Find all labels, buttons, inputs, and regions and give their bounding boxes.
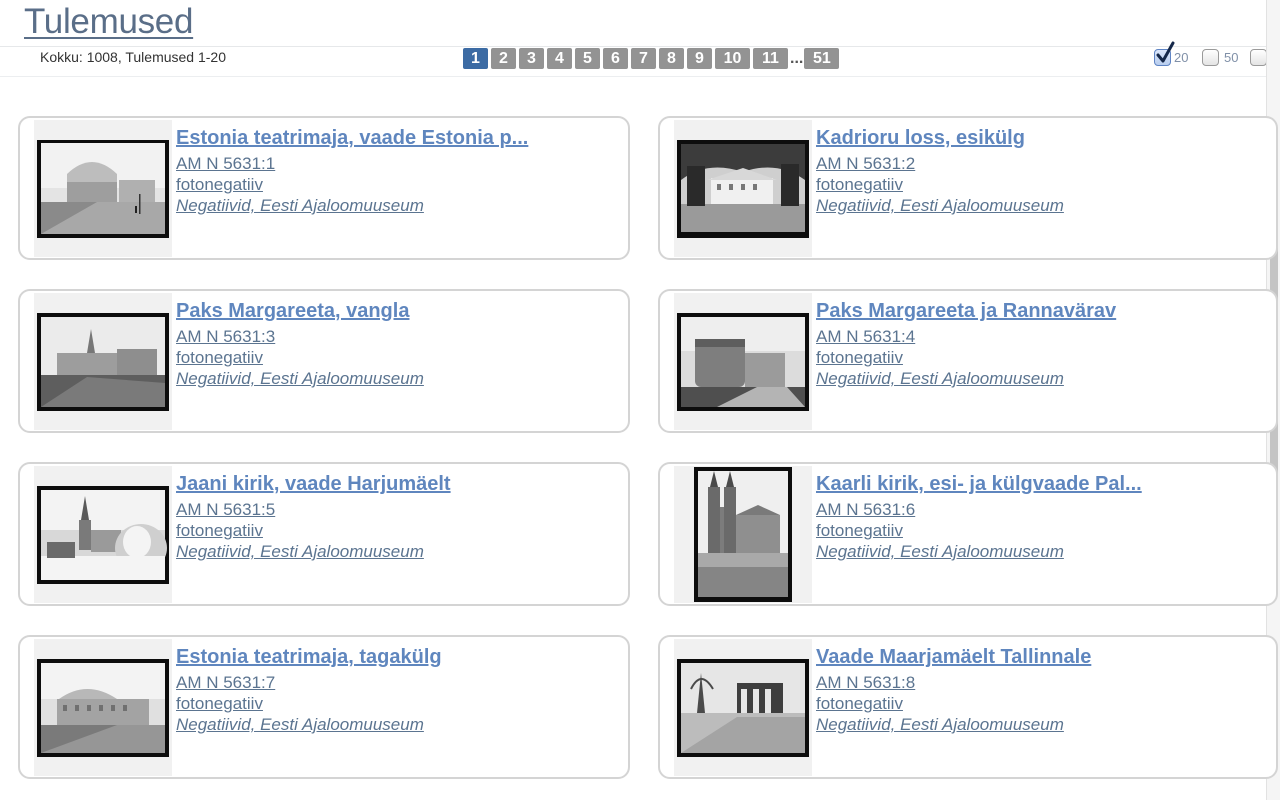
page-button-6[interactable]: 6 bbox=[603, 48, 628, 69]
photo-thumbnail[interactable] bbox=[34, 293, 172, 430]
toolbar-bottom-divider bbox=[0, 76, 1266, 77]
negative-photo-image bbox=[37, 658, 169, 757]
result-details: Estonia teatrimaja, vaade Estonia p... A… bbox=[176, 127, 528, 217]
result-collection-link[interactable]: Negatiivid, Eesti Ajaloomuuseum bbox=[816, 542, 1142, 563]
page-button-5[interactable]: 5 bbox=[575, 48, 600, 69]
page-title[interactable]: Tulemused bbox=[24, 2, 193, 42]
result-id-link[interactable]: AM N 5631:3 bbox=[176, 327, 424, 348]
result-card[interactable]: Estonia teatrimaja, vaade Estonia p... A… bbox=[18, 116, 630, 260]
negative-photo-image bbox=[677, 139, 809, 238]
result-collection-link[interactable]: Negatiivid, Eesti Ajaloomuuseum bbox=[816, 196, 1064, 217]
per-page-100-checkbox[interactable] bbox=[1250, 49, 1267, 66]
result-card[interactable]: Jaani kirik, vaade Harjumäelt AM N 5631:… bbox=[18, 462, 630, 606]
result-details: Vaade Maarjamäelt Tallinnale AM N 5631:8… bbox=[816, 646, 1091, 736]
result-card[interactable]: Vaade Maarjamäelt Tallinnale AM N 5631:8… bbox=[658, 635, 1278, 779]
negative-photo-image bbox=[677, 312, 809, 411]
checkmark-icon bbox=[1156, 41, 1175, 63]
negative-photo-image bbox=[37, 139, 169, 238]
photo-thumbnail[interactable] bbox=[674, 293, 812, 430]
page-button-11[interactable]: 11 bbox=[753, 48, 788, 69]
page-button-last[interactable]: 51 bbox=[804, 48, 840, 69]
result-title-link[interactable]: Kadrioru loss, esikülg bbox=[816, 127, 1064, 154]
page-button-4[interactable]: 4 bbox=[547, 48, 572, 69]
result-title-link[interactable]: Estonia teatrimaja, tagakülg bbox=[176, 646, 442, 673]
result-collection-link[interactable]: Negatiivid, Eesti Ajaloomuuseum bbox=[816, 715, 1091, 736]
result-id-link[interactable]: AM N 5631:1 bbox=[176, 154, 528, 175]
photo-thumbnail[interactable] bbox=[34, 466, 172, 603]
page-button-8[interactable]: 8 bbox=[659, 48, 684, 69]
pagination: 1 2 3 4 5 6 7 8 9 10 11 ... 51 bbox=[463, 48, 840, 69]
result-id-link[interactable]: AM N 5631:8 bbox=[816, 673, 1091, 694]
photo-thumbnail[interactable] bbox=[674, 639, 812, 776]
result-title-link[interactable]: Vaade Maarjamäelt Tallinnale bbox=[816, 646, 1091, 673]
result-type-link[interactable]: fotonegatiiv bbox=[816, 521, 1142, 542]
result-collection-link[interactable]: Negatiivid, Eesti Ajaloomuuseum bbox=[816, 369, 1116, 390]
page-button-7[interactable]: 7 bbox=[631, 48, 656, 69]
photo-thumbnail[interactable] bbox=[674, 120, 812, 257]
result-title-link[interactable]: Estonia teatrimaja, vaade Estonia p... bbox=[176, 127, 528, 154]
result-details: Paks Margareeta, vangla AM N 5631:3 foto… bbox=[176, 300, 424, 390]
result-card[interactable]: Kaarli kirik, esi- ja külgvaade Pal... A… bbox=[658, 462, 1278, 606]
result-card[interactable]: Estonia teatrimaja, tagakülg AM N 5631:7… bbox=[18, 635, 630, 779]
result-type-link[interactable]: fotonegatiiv bbox=[176, 348, 424, 369]
result-id-link[interactable]: AM N 5631:7 bbox=[176, 673, 442, 694]
per-page-50-label: 50 bbox=[1224, 50, 1239, 65]
per-page-20-checkbox[interactable] bbox=[1154, 41, 1175, 66]
result-id-link[interactable]: AM N 5631:2 bbox=[816, 154, 1064, 175]
result-title-link[interactable]: Paks Margareeta, vangla bbox=[176, 300, 424, 327]
toolbar-top-divider bbox=[0, 46, 1266, 47]
per-page-20-option[interactable]: 20 bbox=[1154, 41, 1189, 66]
result-type-link[interactable]: fotonegatiiv bbox=[816, 175, 1064, 196]
result-collection-link[interactable]: Negatiivid, Eesti Ajaloomuuseum bbox=[176, 542, 451, 563]
negative-photo-image bbox=[37, 485, 169, 584]
result-collection-link[interactable]: Negatiivid, Eesti Ajaloomuuseum bbox=[176, 715, 442, 736]
result-type-link[interactable]: fotonegatiiv bbox=[176, 694, 442, 715]
result-details: Estonia teatrimaja, tagakülg AM N 5631:7… bbox=[176, 646, 442, 736]
result-card[interactable]: Paks Margareeta, vangla AM N 5631:3 foto… bbox=[18, 289, 630, 433]
result-title-link[interactable]: Jaani kirik, vaade Harjumäelt bbox=[176, 473, 451, 500]
page-button-9[interactable]: 9 bbox=[687, 48, 712, 69]
result-id-link[interactable]: AM N 5631:4 bbox=[816, 327, 1116, 348]
per-page-100-option[interactable] bbox=[1250, 49, 1267, 66]
result-title-link[interactable]: Paks Margareeta ja Rannavärav bbox=[816, 300, 1116, 327]
result-card[interactable]: Kadrioru loss, esikülg AM N 5631:2 foton… bbox=[658, 116, 1278, 260]
pagination-ellipsis: ... bbox=[790, 50, 804, 67]
result-card[interactable]: Paks Margareeta ja Rannavärav AM N 5631:… bbox=[658, 289, 1278, 433]
photo-thumbnail[interactable] bbox=[674, 466, 812, 603]
result-details: Paks Margareeta ja Rannavärav AM N 5631:… bbox=[816, 300, 1116, 390]
page-button-3[interactable]: 3 bbox=[519, 48, 544, 69]
result-type-link[interactable]: fotonegatiiv bbox=[176, 175, 528, 196]
photo-thumbnail[interactable] bbox=[34, 639, 172, 776]
result-details: Jaani kirik, vaade Harjumäelt AM N 5631:… bbox=[176, 473, 451, 563]
per-page-50-checkbox[interactable] bbox=[1202, 49, 1219, 66]
result-type-link[interactable]: fotonegatiiv bbox=[816, 348, 1116, 369]
result-collection-link[interactable]: Negatiivid, Eesti Ajaloomuuseum bbox=[176, 196, 528, 217]
per-page-50-option[interactable]: 50 bbox=[1202, 49, 1238, 66]
negative-photo-image bbox=[694, 467, 792, 602]
photo-thumbnail[interactable] bbox=[34, 120, 172, 257]
per-page-20-label: 20 bbox=[1174, 50, 1189, 65]
page-button-10[interactable]: 10 bbox=[715, 48, 750, 69]
negative-photo-image bbox=[37, 312, 169, 411]
results-page: Tulemused Kokku: 1008, Tulemused 1-20 1 … bbox=[0, 0, 1280, 800]
result-id-link[interactable]: AM N 5631:5 bbox=[176, 500, 451, 521]
page-button-2[interactable]: 2 bbox=[491, 48, 516, 69]
result-type-link[interactable]: fotonegatiiv bbox=[816, 694, 1091, 715]
result-type-link[interactable]: fotonegatiiv bbox=[176, 521, 451, 542]
result-id-link[interactable]: AM N 5631:6 bbox=[816, 500, 1142, 521]
page-button-1[interactable]: 1 bbox=[463, 48, 488, 69]
result-details: Kadrioru loss, esikülg AM N 5631:2 foton… bbox=[816, 127, 1064, 217]
result-details: Kaarli kirik, esi- ja külgvaade Pal... A… bbox=[816, 473, 1142, 563]
results-count: Kokku: 1008, Tulemused 1-20 bbox=[40, 49, 227, 65]
result-title-link[interactable]: Kaarli kirik, esi- ja külgvaade Pal... bbox=[816, 473, 1142, 500]
result-collection-link[interactable]: Negatiivid, Eesti Ajaloomuuseum bbox=[176, 369, 424, 390]
negative-photo-image bbox=[677, 658, 809, 757]
